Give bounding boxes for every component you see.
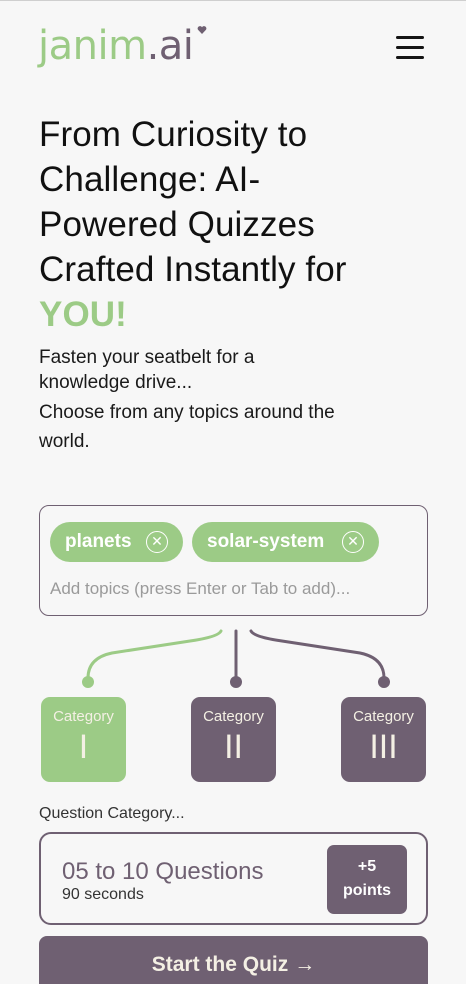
topic-input[interactable] (50, 576, 410, 602)
hero-title-accent: YOU! (39, 295, 127, 334)
topic-chip-label: solar-system (207, 531, 325, 552)
connector-line-1 (86, 629, 223, 680)
connector-dot-3 (378, 676, 390, 688)
menu-bar-bottom (396, 56, 424, 59)
category-3-button[interactable]: Category III (341, 697, 426, 782)
connector-dot-1 (82, 676, 94, 688)
category-2-button[interactable]: Category II (191, 697, 276, 782)
start-quiz-button[interactable]: Start the Quiz → (39, 936, 428, 984)
topic-chip-solar-system[interactable]: solar-system ✕ (192, 522, 379, 562)
start-quiz-content: Start the Quiz → (39, 953, 428, 977)
category-numeral: II (224, 728, 243, 766)
category-label: Category (353, 708, 414, 725)
logo-text-primary: janim (38, 23, 147, 69)
category-1-button[interactable]: Category I (41, 697, 126, 782)
points-value: +5 (357, 858, 377, 875)
connector-line-3 (249, 629, 386, 680)
hamburger-menu-icon[interactable] (394, 34, 426, 60)
topic-input-box[interactable]: planets ✕ solar-system ✕ (39, 505, 428, 616)
logo[interactable]: janim.ai (38, 18, 194, 74)
start-quiz-label: Start the Quiz (151, 953, 289, 976)
question-option-card[interactable]: 05 to 10 Questions 90 seconds +5 points (39, 832, 428, 925)
category-numeral: I (78, 728, 89, 766)
topic-chip-planets[interactable]: planets ✕ (50, 522, 183, 562)
menu-bar-middle (396, 46, 424, 49)
top-border (0, 0, 466, 1)
category-label: Category (53, 708, 114, 725)
menu-bar-top (396, 36, 424, 39)
category-label: Category (203, 708, 264, 725)
question-category-caption: Question Category... (39, 805, 185, 822)
hero-subtitle-line2: Choose from any topics around the world. (39, 402, 335, 452)
heart-icon (197, 26, 207, 34)
topic-chip-label: planets (65, 531, 132, 552)
close-circle-icon[interactable]: ✕ (342, 531, 364, 553)
category-numeral: III (369, 728, 398, 766)
category-connectors (82, 629, 390, 688)
logo-text-secondary: .ai (146, 23, 194, 69)
hero-title: From Curiosity to Challenge: AI-Powered … (39, 112, 369, 337)
close-circle-icon[interactable]: ✕ (146, 531, 168, 553)
question-time: 90 seconds (62, 886, 144, 903)
hero-subtitle-line1: Fasten your seatbelt for a knowledge dri… (39, 347, 255, 393)
question-count: 05 to 10 Questions (62, 858, 264, 885)
arrow-right-icon: → (294, 953, 316, 976)
points-badge: +5 points (327, 845, 407, 914)
points-label: points (343, 882, 391, 899)
connector-dot-2 (230, 676, 242, 688)
hero-title-text: From Curiosity to Challenge: AI-Powered … (39, 115, 347, 289)
